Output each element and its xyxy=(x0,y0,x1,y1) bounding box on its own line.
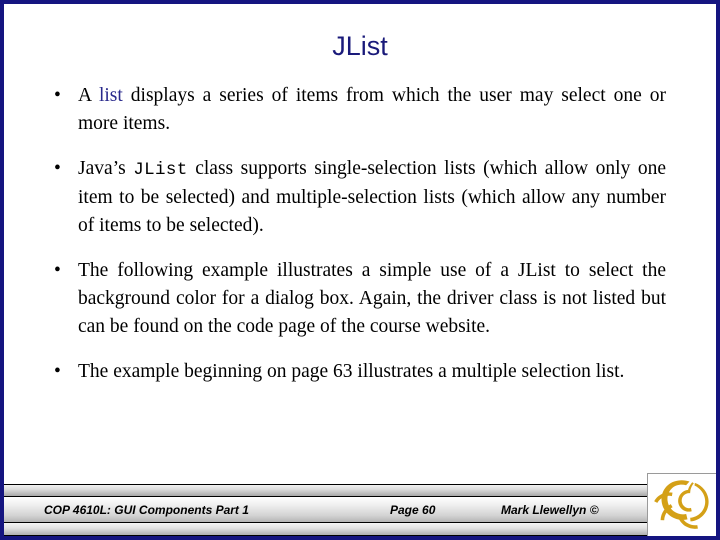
footer-page-number: Page 60 xyxy=(390,503,436,517)
bullet-text-segment: displays a series of items from which th… xyxy=(78,85,666,134)
bullet-marker: • xyxy=(54,158,61,179)
footer-band-bottom xyxy=(4,523,716,536)
bullet-item: • A list displays a series of items from… xyxy=(46,82,666,138)
bullet-item: • The following example illustrates a si… xyxy=(46,257,666,341)
bullet-marker: • xyxy=(54,85,61,106)
code-jlist: JList xyxy=(133,160,188,180)
pegasus-icon xyxy=(654,480,709,529)
ucf-pegasus-logo xyxy=(647,473,716,536)
bullet-text: The example beginning on page 63 illustr… xyxy=(78,361,625,382)
footer-band-top xyxy=(4,484,716,497)
bullet-marker: • xyxy=(54,361,61,382)
bullet-item: • The example beginning on page 63 illus… xyxy=(46,358,666,386)
footer-author-label: Mark Llewellyn © xyxy=(501,503,599,517)
bullet-marker: • xyxy=(54,260,61,281)
slide-footer: COP 4610L: GUI Components Part 1 Page 60… xyxy=(4,473,716,536)
bullet-text: The following example illustrates a simp… xyxy=(78,260,666,337)
footer-text-row: COP 4610L: GUI Components Part 1 Page 60… xyxy=(4,497,716,523)
bullet-text-segment: A xyxy=(78,85,99,106)
bullet-text: Java’s JList class supports single-selec… xyxy=(78,158,666,236)
keyword-list: list xyxy=(98,85,123,106)
bullet-text: A list displays a series of items from w… xyxy=(78,85,666,134)
slide-body: • A list displays a series of items from… xyxy=(46,82,666,386)
presentation-slide: JList • A list displays a series of item… xyxy=(0,0,720,540)
bullet-text-segment: Java’s xyxy=(78,158,134,179)
bullet-item: • Java’s JList class supports single-sel… xyxy=(46,155,666,240)
slide-title: JList xyxy=(332,31,388,61)
footer-course-label: COP 4610L: GUI Components Part 1 xyxy=(44,503,249,517)
